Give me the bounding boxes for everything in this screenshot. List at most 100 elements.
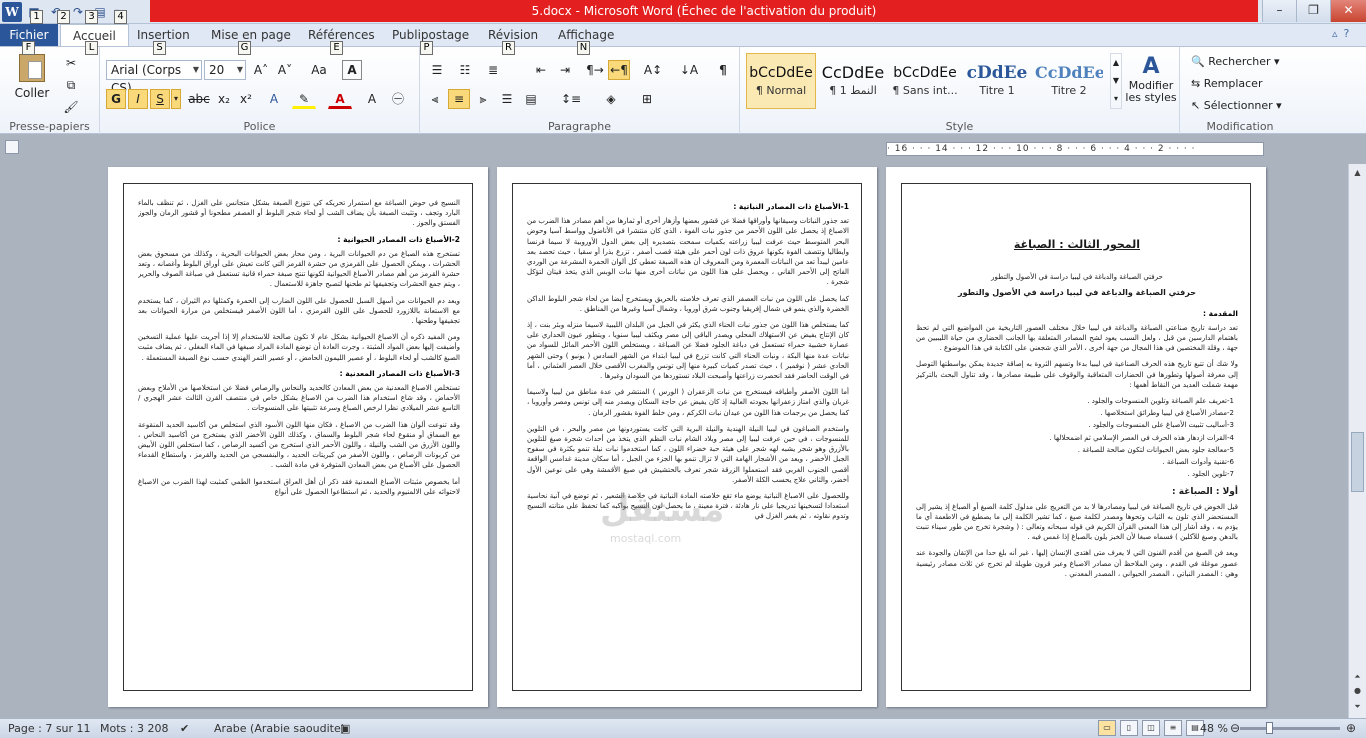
styles-group-label: Style xyxy=(945,120,974,133)
editing-group-label: Modification xyxy=(1206,120,1274,133)
language-indicator[interactable]: Arabe (Arabie saoudite) xyxy=(214,719,345,738)
paragraph: تستخرج هذه الصباغ من دم الحيوانات البرية… xyxy=(138,249,460,289)
style-no-spacing[interactable]: bCcDdEe ¶ Sans int... xyxy=(890,53,960,109)
align-right-icon[interactable]: ⫸ xyxy=(472,89,494,109)
previous-page-icon[interactable]: ⏶ xyxy=(1351,670,1364,684)
enclose-characters-icon[interactable]: ㊀ xyxy=(388,89,408,109)
tab-selector[interactable] xyxy=(5,140,19,154)
superscript-button[interactable]: x² xyxy=(236,89,256,109)
asian-layout-icon[interactable]: A↕ xyxy=(640,60,666,80)
vertical-scrollbar[interactable]: ▲ ⏶ ● ⏷ xyxy=(1348,164,1366,718)
change-styles-button[interactable]: A Modifier les styles xyxy=(1124,53,1178,117)
zoom-in-icon[interactable]: ⊕ xyxy=(1346,719,1356,738)
watermark-logo: مستقل xyxy=(600,490,725,530)
justify-icon[interactable]: ☰ xyxy=(496,89,518,109)
document-title: المحور الثالث : الصباغة xyxy=(1013,238,1141,251)
group-styles: bCcDdEe ¶ Normal CcDdEe ¶ النمط 1 bCcDdE… xyxy=(740,47,1180,135)
bold-button[interactable]: G xyxy=(106,89,126,109)
format-painter-icon[interactable]: 🖌 xyxy=(62,97,80,117)
line-spacing-icon[interactable]: ↕≡ xyxy=(558,89,584,109)
grow-font-button[interactable]: A˄ xyxy=(250,60,272,80)
replace-button[interactable]: ⇆ Remplacer xyxy=(1190,74,1296,94)
shrink-font-button[interactable]: A˅ xyxy=(274,60,296,80)
group-font: Arial (Corps CS) ▼ 20 ▼ A˄ A˅ Aa A G I S ▾… xyxy=(100,47,420,135)
style-custom-1[interactable]: CcDdEe ¶ النمط 1 xyxy=(818,53,888,109)
style-heading-2[interactable]: CcDdEe Titre 2 xyxy=(1034,53,1104,109)
sort-icon[interactable]: ↓A xyxy=(676,60,702,80)
styles-scroll[interactable]: ▲ ▼ ▾ xyxy=(1110,53,1122,109)
decrease-indent-icon[interactable]: ⇤ xyxy=(530,60,552,80)
multilevel-list-icon[interactable]: ≣ xyxy=(480,60,506,80)
align-left-icon[interactable]: ⫷ xyxy=(424,89,446,109)
browse-object-icon[interactable]: ● xyxy=(1351,684,1364,698)
text-effects-icon[interactable]: A xyxy=(262,89,286,109)
distributed-icon[interactable]: ▤ xyxy=(520,89,542,109)
restore-icon[interactable]: ❐ xyxy=(1296,0,1330,22)
underline-button[interactable]: S xyxy=(150,89,170,109)
shading-icon[interactable]: ◈ xyxy=(598,89,624,109)
select-button[interactable]: ↖ Sélectionner ▾ xyxy=(1190,96,1296,116)
underline-dropdown-icon[interactable]: ▾ xyxy=(171,89,181,109)
help-icon[interactable]: ? xyxy=(1344,27,1350,40)
proofing-icon[interactable]: ✔ xyxy=(180,719,189,738)
close-icon[interactable]: ✕ xyxy=(1330,0,1366,22)
rtl-direction-icon[interactable]: ←¶ xyxy=(608,60,630,80)
zoom-slider[interactable] xyxy=(1240,727,1340,730)
title-bar: W ■ ↶ ↷ ▤ ▾ 1 2 3 4 5.docx - Microsoft W… xyxy=(0,0,1366,24)
change-case-button[interactable]: Aa xyxy=(304,60,334,80)
borders-icon[interactable]: ⊞ xyxy=(634,89,660,109)
list-item: 4-القرات ازدهار هذه الحرف في العصر الإسل… xyxy=(1049,433,1234,442)
keytip-qat-3: 3 xyxy=(85,10,98,24)
word-count[interactable]: Mots : 3 208 xyxy=(100,719,168,738)
paragraph: أما اللون الأصفر وأطيافه فيستخرج من نبات… xyxy=(527,388,849,417)
page-middle[interactable]: 1-الأصباغ ذات المصادر النباتية : تعد جذو… xyxy=(497,167,877,707)
scroll-up-icon[interactable]: ▲ xyxy=(1351,166,1364,180)
minimize-ribbon-icon[interactable]: ▵ xyxy=(1332,27,1338,40)
print-layout-view-icon[interactable]: ▭ xyxy=(1098,720,1116,736)
zoom-level[interactable]: 48 % xyxy=(1198,719,1228,738)
replace-icon: ⇆ xyxy=(1191,77,1204,90)
minimize-icon[interactable]: – xyxy=(1262,0,1296,22)
align-center-icon[interactable]: ≡ xyxy=(448,89,470,109)
find-button[interactable]: 🔍 Rechercher ▾ xyxy=(1190,52,1296,72)
ltr-direction-icon[interactable]: ¶→ xyxy=(584,60,606,80)
style-heading-1[interactable]: cDdEe Titre 1 xyxy=(962,53,1032,109)
next-page-icon[interactable]: ⏷ xyxy=(1351,700,1364,714)
macro-record-icon[interactable]: ▣ xyxy=(340,719,350,738)
character-shading-icon[interactable]: A xyxy=(362,89,382,109)
document-area[interactable]: النسيج في حوض الصباغة مع استمرار تحريكه … xyxy=(0,164,1348,718)
page-right[interactable]: المحور الثالث : الصباغة حرفتي الصباغة وا… xyxy=(886,167,1266,707)
scrollbar-thumb[interactable] xyxy=(1351,432,1364,492)
increase-indent-icon[interactable]: ⇥ xyxy=(554,60,576,80)
keytip-insert: S xyxy=(153,41,166,55)
word-app-icon[interactable]: W xyxy=(2,2,22,22)
paste-button[interactable]: Coller xyxy=(10,51,54,109)
strikethrough-button[interactable]: abc xyxy=(186,89,212,109)
page-left[interactable]: النسيج في حوض الصباغة مع استمرار تحريكه … xyxy=(108,167,488,707)
font-size-combo[interactable]: 20 ▼ xyxy=(204,60,246,80)
italic-button[interactable]: I xyxy=(128,89,148,109)
font-name-combo[interactable]: Arial (Corps CS) ▼ xyxy=(106,60,202,95)
zoom-slider-thumb[interactable] xyxy=(1266,722,1273,734)
zoom-out-icon[interactable]: ⊖ xyxy=(1230,719,1240,738)
page-count[interactable]: Page : 7 sur 11 xyxy=(8,719,91,738)
page-text: المحور الثالث : الصباغة حرفتي الصباغة وا… xyxy=(916,198,1238,682)
bullets-icon[interactable]: ☰ xyxy=(424,60,450,80)
style-name: ¶ Sans int... xyxy=(892,84,958,97)
cut-icon[interactable]: ✂ xyxy=(62,53,80,73)
subscript-button[interactable]: x₂ xyxy=(214,89,234,109)
chevron-down-icon: ▼ xyxy=(192,65,199,74)
show-formatting-icon[interactable]: ¶ xyxy=(712,60,734,80)
web-layout-view-icon[interactable]: ◫ xyxy=(1142,720,1160,736)
window-title: 5.docx - Microsoft Word (Échec de l'acti… xyxy=(150,0,1258,22)
copy-icon[interactable]: ⧉ xyxy=(62,75,80,95)
font-color-icon[interactable]: A xyxy=(328,89,352,109)
highlight-color-icon[interactable]: ✎ xyxy=(292,89,316,109)
numbering-icon[interactable]: ☷ xyxy=(452,60,478,80)
outline-view-icon[interactable]: ≡ xyxy=(1164,720,1182,736)
full-screen-reading-icon[interactable]: ▯ xyxy=(1120,720,1138,736)
style-normal[interactable]: bCcDdEe ¶ Normal xyxy=(746,53,816,109)
horizontal-ruler[interactable]: · 16 · · · 14 · · · 12 · · · 10 · · · 8 … xyxy=(886,142,1264,156)
section-heading: 1-الأصباغ ذات المصادر النباتية : xyxy=(733,202,849,211)
clear-formatting-button[interactable]: A xyxy=(342,60,362,80)
